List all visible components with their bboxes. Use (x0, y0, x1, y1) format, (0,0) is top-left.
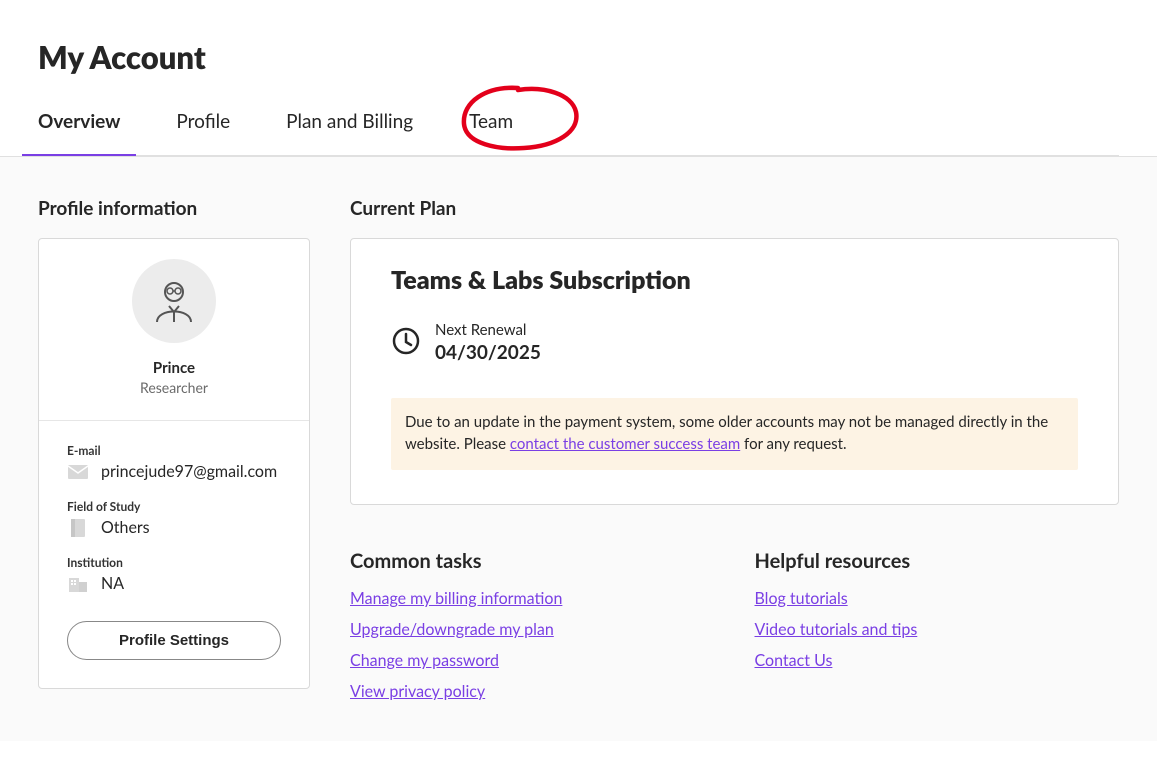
common-tasks-title: Common tasks (350, 549, 715, 573)
link-contact-us[interactable]: Contact Us (755, 651, 833, 670)
profile-settings-button[interactable]: Profile Settings (67, 621, 281, 660)
tab-profile[interactable]: Profile (176, 110, 230, 155)
tab-plan-and-billing[interactable]: Plan and Billing (286, 110, 413, 155)
link-change-password[interactable]: Change my password (350, 651, 499, 670)
contact-customer-success-link[interactable]: contact the customer success team (510, 435, 740, 453)
renewal-date: 04/30/2025 (435, 341, 541, 364)
profile-card: Prince Researcher E-mail princejude97@gm… (38, 238, 310, 689)
page-title: My Account (38, 38, 1119, 76)
institution-value: NA (101, 574, 124, 593)
avatar-icon (149, 276, 199, 326)
clock-icon (391, 326, 421, 360)
plan-name: Teams & Labs Subscription (391, 265, 1078, 295)
payment-notice: Due to an update in the payment system, … (391, 398, 1078, 470)
profile-section-title: Profile information (38, 197, 310, 220)
renewal-label: Next Renewal (435, 321, 541, 339)
book-icon (67, 519, 89, 537)
field-of-study-label: Field of Study (67, 499, 281, 514)
link-upgrade-downgrade[interactable]: Upgrade/downgrade my plan (350, 620, 554, 639)
helpful-resources-title: Helpful resources (755, 549, 1120, 573)
email-icon (67, 463, 89, 481)
link-manage-billing[interactable]: Manage my billing information (350, 589, 562, 608)
profile-role: Researcher (55, 379, 293, 396)
tab-overview[interactable]: Overview (38, 110, 120, 155)
current-plan-title: Current Plan (350, 197, 1119, 220)
link-video-tutorials[interactable]: Video tutorials and tips (755, 620, 918, 639)
account-tabs: Overview Profile Plan and Billing Team (38, 110, 1119, 156)
plan-card: Teams & Labs Subscription Next Renewal 0… (350, 238, 1119, 505)
notice-text-post: for any request. (740, 435, 846, 453)
profile-name: Prince (55, 359, 293, 377)
building-icon (67, 575, 89, 593)
tab-team[interactable]: Team (469, 110, 513, 155)
link-blog-tutorials[interactable]: Blog tutorials (755, 589, 848, 608)
link-privacy-policy[interactable]: View privacy policy (350, 682, 485, 701)
email-label: E-mail (67, 443, 281, 458)
email-value: princejude97@gmail.com (101, 462, 277, 481)
avatar (132, 259, 216, 343)
field-of-study-value: Others (101, 518, 150, 537)
institution-label: Institution (67, 555, 281, 570)
